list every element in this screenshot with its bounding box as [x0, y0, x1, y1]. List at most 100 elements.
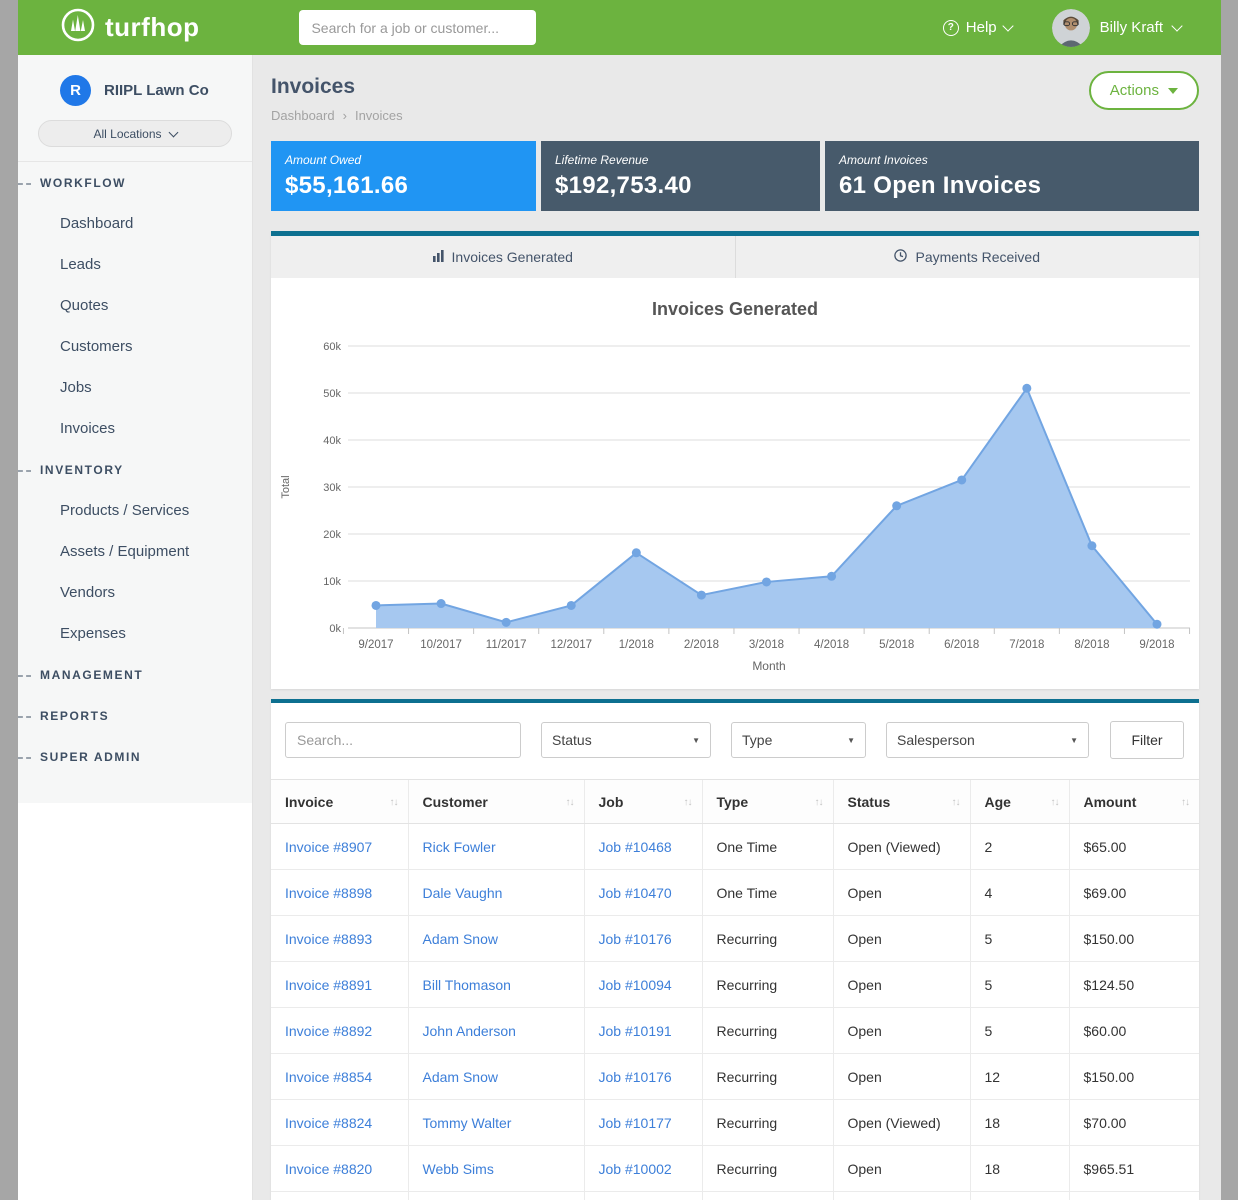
sidebar-item-customers[interactable]: Customers: [18, 326, 252, 367]
salesperson-select[interactable]: Salesperson ▼: [886, 722, 1089, 758]
stat-label: Amount Owed: [285, 153, 522, 167]
column-header-type[interactable]: Type↑↓: [702, 780, 833, 824]
chevron-down-icon: [1168, 88, 1178, 94]
column-header-invoice[interactable]: Invoice ↑↓: [271, 780, 408, 824]
sidebar-item-products-services[interactable]: Products / Services: [18, 490, 252, 531]
status-select[interactable]: Status ▼: [541, 722, 711, 758]
customer-link[interactable]: Bill Thomason: [423, 977, 511, 993]
cell-amount: $965.51: [1069, 1146, 1199, 1192]
tab-label: Payments Received: [915, 249, 1040, 265]
cell-type: Recurring: [702, 1100, 833, 1146]
turfhop-grass-icon: [60, 7, 96, 48]
customer-link[interactable]: Adam Snow: [423, 931, 498, 947]
sidebar-item-quotes[interactable]: Quotes: [18, 285, 252, 326]
cell-age: 2: [970, 824, 1069, 870]
type-select[interactable]: Type ▼: [731, 722, 866, 758]
stat-label: Amount Invoices: [839, 153, 1185, 167]
cell-invoice: Invoice #8892: [271, 1008, 408, 1054]
invoice-link[interactable]: Invoice #8907: [285, 839, 372, 855]
help-menu[interactable]: ? Help: [943, 19, 1012, 36]
sidebar-item-expenses[interactable]: Expenses: [18, 613, 252, 654]
location-selector[interactable]: All Locations: [38, 120, 232, 147]
customer-link[interactable]: Rick Fowler: [423, 839, 496, 855]
cell-job: Job #10176: [584, 916, 702, 962]
column-header-status[interactable]: Status↑↓: [833, 780, 970, 824]
tab-payments-received[interactable]: Payments Received: [735, 236, 1200, 278]
cell-customer: Adam Snow: [408, 1054, 584, 1100]
sort-icon: ↑↓: [815, 797, 823, 808]
stat-value: $55,161.66: [285, 172, 522, 200]
sidebar-nav: WORKFLOWDashboardLeadsQuotesCustomersJob…: [18, 162, 252, 777]
job-link[interactable]: Job #10002: [599, 1161, 672, 1177]
cell-status: Open (Viewed): [833, 824, 970, 870]
cell-invoice: Invoice #8820: [271, 1146, 408, 1192]
job-link[interactable]: Job #10470: [599, 885, 672, 901]
customer-link[interactable]: Tommy Walter: [423, 1115, 512, 1131]
cell-job: Job #10002: [584, 1146, 702, 1192]
bar-chart-icon: [433, 249, 444, 265]
column-header-job[interactable]: Job↑↓: [584, 780, 702, 824]
cell-customer: [408, 1192, 584, 1200]
sidebar-item-assets-equipment[interactable]: Assets / Equipment: [18, 531, 252, 572]
sidebar-section-workflow[interactable]: WORKFLOW: [18, 162, 252, 203]
column-header-age[interactable]: Age↑↓: [970, 780, 1069, 824]
cell-status: Open (Viewed): [833, 1100, 970, 1146]
chevron-down-icon: [1171, 20, 1182, 31]
breadcrumb-dashboard[interactable]: Dashboard: [271, 108, 335, 123]
select-caret-icon: ▼: [1070, 736, 1078, 745]
sidebar-item-jobs[interactable]: Jobs: [18, 367, 252, 408]
cell-job: [584, 1192, 702, 1200]
main-content: Invoices Dashboard › Invoices Actions Am…: [253, 55, 1221, 1200]
invoice-link[interactable]: Invoice #8824: [285, 1115, 372, 1131]
filter-button[interactable]: Filter: [1110, 721, 1184, 759]
column-header-amount[interactable]: Amount↑↓: [1069, 780, 1199, 824]
job-link[interactable]: Job #10468: [599, 839, 672, 855]
invoice-link[interactable]: Invoice #8892: [285, 1023, 372, 1039]
job-link[interactable]: Job #10176: [599, 931, 672, 947]
invoice-link[interactable]: Invoice #8893: [285, 931, 372, 947]
customer-link[interactable]: Adam Snow: [423, 1069, 498, 1085]
actions-button[interactable]: Actions: [1089, 71, 1199, 110]
job-link[interactable]: Job #10177: [599, 1115, 672, 1131]
sidebar-section-management[interactable]: MANAGEMENT: [18, 654, 252, 695]
invoice-link[interactable]: Invoice #8898: [285, 885, 372, 901]
sidebar-item-leads[interactable]: Leads: [18, 244, 252, 285]
table-row: Invoice #8907 Rick Fowler Job #10468 One Ti…: [271, 824, 1199, 870]
cell-job: Job #10470: [584, 870, 702, 916]
customer-link[interactable]: Dale Vaughn: [423, 885, 503, 901]
brand-logo[interactable]: turfhop: [60, 7, 199, 48]
cell-customer: Bill Thomason: [408, 962, 584, 1008]
right-scrollbar-strip[interactable]: [1221, 0, 1238, 1200]
invoice-link[interactable]: Invoice #8820: [285, 1161, 372, 1177]
column-header-customer[interactable]: Customer↑↓: [408, 780, 584, 824]
table-search-input[interactable]: [285, 722, 521, 758]
tab-invoices-generated[interactable]: Invoices Generated: [271, 236, 735, 278]
sort-icon: ↑↓: [390, 797, 398, 808]
filter-row: Status ▼ Type ▼ Salesperson ▼ Filter: [271, 703, 1199, 779]
sidebar-item-dashboard[interactable]: Dashboard: [18, 203, 252, 244]
customer-link[interactable]: Webb Sims: [423, 1161, 494, 1177]
help-label: Help: [966, 19, 997, 36]
column-header-label: Invoice: [285, 794, 333, 810]
column-header-label: Job: [599, 794, 624, 810]
invoice-link[interactable]: Invoice #8891: [285, 977, 372, 993]
cell-type: [702, 1192, 833, 1200]
sidebar-section-inventory[interactable]: INVENTORY: [18, 449, 252, 490]
user-menu[interactable]: Billy Kraft: [1052, 9, 1181, 47]
left-scrollbar-strip[interactable]: [0, 0, 18, 1200]
invoice-link[interactable]: Invoice #8854: [285, 1069, 372, 1085]
cell-type: One Time: [702, 824, 833, 870]
sidebar-item-vendors[interactable]: Vendors: [18, 572, 252, 613]
customer-link[interactable]: John Anderson: [423, 1023, 516, 1039]
table-header-row: Invoice↑↓Customer↑↓Job↑↓Type↑↓Status↑↓Ag…: [271, 780, 1199, 824]
job-link[interactable]: Job #10191: [599, 1023, 672, 1039]
sidebar-item-invoices[interactable]: Invoices: [18, 408, 252, 449]
table-row: Invoice #8854Adam SnowJob #10176Recurrin…: [271, 1054, 1199, 1100]
invoices-table: Invoice↑↓Customer↑↓Job↑↓Type↑↓Status↑↓Ag…: [271, 779, 1199, 1200]
global-search-input[interactable]: [299, 10, 536, 45]
job-link[interactable]: Job #10176: [599, 1069, 672, 1085]
invoices-area-chart: 0k10k20k30k40k50k60k9/201710/201711/2017…: [271, 326, 1199, 678]
sidebar-section-reports[interactable]: REPORTS: [18, 695, 252, 736]
job-link[interactable]: Job #10094: [599, 977, 672, 993]
sidebar-section-super-admin[interactable]: SUPER ADMIN: [18, 736, 252, 777]
